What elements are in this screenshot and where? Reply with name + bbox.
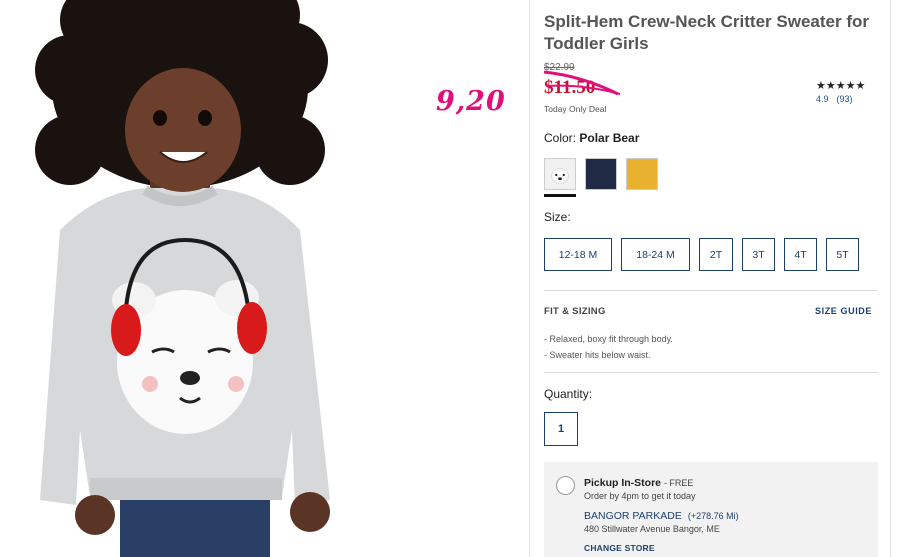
size-guide-link[interactable]: SIZE GUIDE [815,306,872,316]
color-swatches [544,158,658,190]
star-rating-icon: ★★★★★ [816,80,866,92]
deal-label: Today Only Deal [544,104,607,114]
rating-summary[interactable]: 4.9 (93) [816,94,865,104]
store-distance: (+278.76 Mi) [687,511,739,521]
handwritten-price-note: 9,20 [436,86,506,117]
color-label-text: Color: [544,131,577,145]
selected-color-name: Polar Bear [579,131,640,145]
divider [544,372,878,373]
product-details-panel: Split-Hem Crew-Neck Critter Sweater for … [529,0,891,557]
size-4t-button[interactable]: 4T [784,238,817,271]
swatch-gold[interactable] [626,158,658,190]
product-photo-illustration [35,0,330,557]
original-price: $22.99 [544,62,575,73]
change-store-link[interactable]: CHANGE STORE [584,543,655,553]
quantity-label: Quantity: [544,387,593,401]
swatch-navy[interactable] [585,158,617,190]
size-3t-button[interactable]: 3T [742,238,775,271]
product-title: Split-Hem Crew-Neck Critter Sweater for … [544,12,869,53]
size-label: Size: [544,210,571,224]
pickup-title: Pickup In-Store - FREE [584,477,694,489]
review-count: (93) [836,94,853,104]
color-label: Color: Polar Bear [544,131,639,145]
size-12-18m-button[interactable]: 12-18 M [544,238,612,271]
fit-notes: - Relaxed, boxy fit through body. - Swea… [544,331,673,363]
pickup-radio-button[interactable] [556,476,575,495]
size-2t-button[interactable]: 2T [699,238,733,271]
quantity-input[interactable]: 1 [544,412,578,446]
size-18-24m-button[interactable]: 18-24 M [621,238,690,271]
pickup-order-by: Order by 4pm to get it today [584,491,696,501]
polar-bear-icon [551,167,569,184]
rating-score: 4.9 [816,94,829,104]
selected-swatch-indicator [544,194,576,197]
product-rating[interactable]: ★★★★★ 4.9 (93) [816,79,865,104]
store-name: BANGOR PARKADE (+278.76 Mi) [584,510,739,522]
pickup-in-store-option[interactable]: Pickup In-Store - FREE Order by 4pm to g… [544,462,878,557]
divider [544,290,878,291]
size-options: 12-18 M 18-24 M 2T 3T 4T 5T [544,238,859,271]
product-image[interactable] [0,0,415,557]
fit-note: - Relaxed, boxy fit through body. [544,334,673,344]
fit-sizing-heading: FIT & SIZING [544,306,606,317]
store-address: 480 Stillwater Avenue Bangor, ME [584,524,720,534]
size-5t-button[interactable]: 5T [826,238,859,271]
fit-note: - Sweater hits below waist. [544,350,651,360]
sale-price: $11.50 [544,77,596,98]
swatch-polar-bear[interactable] [544,158,576,190]
